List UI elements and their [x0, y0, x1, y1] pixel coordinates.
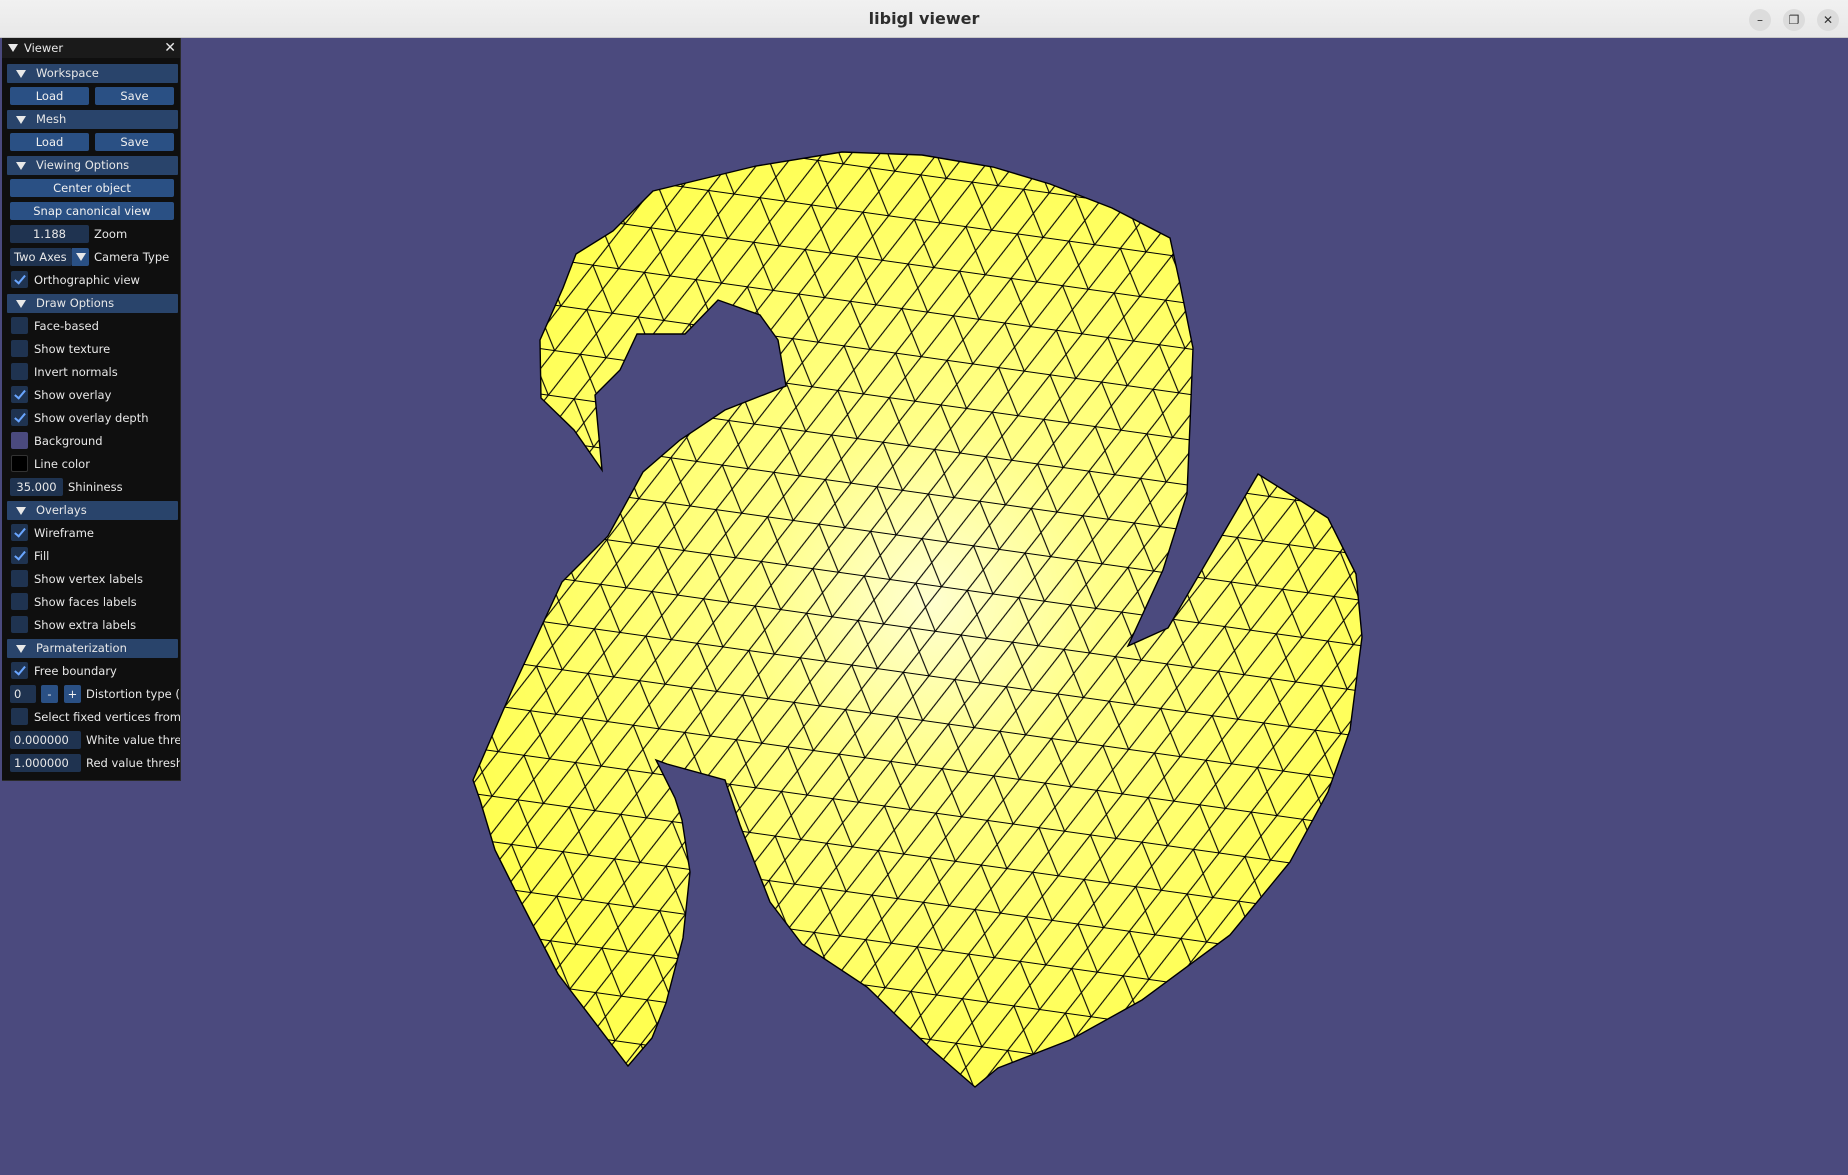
parameterization-header-label: Parmaterization	[36, 641, 127, 655]
camera-type-select[interactable]: Two Axes	[10, 248, 72, 266]
viewport-canvas[interactable]	[0, 38, 1848, 1175]
viewing-options-header[interactable]: Viewing Options	[7, 156, 178, 175]
show-overlay-label: Show overlay	[34, 388, 112, 402]
close-icon[interactable]: ✕	[164, 38, 176, 58]
snap-canonical-view-button[interactable]: Snap canonical view	[10, 202, 174, 220]
mesh-header-label: Mesh	[36, 112, 67, 126]
show-vertex-labels-label: Show vertex labels	[34, 572, 143, 586]
select-fixed-vertices-checkbox[interactable]	[11, 708, 28, 725]
mesh-render	[472, 151, 1363, 1088]
line-color-label: Line color	[34, 457, 90, 471]
background-label: Background	[34, 434, 103, 448]
expand-arrow-icon	[16, 507, 26, 515]
background-color-swatch[interactable]	[11, 432, 28, 449]
distortion-decrement-button[interactable]: -	[41, 685, 58, 703]
draw-options-header-label: Draw Options	[36, 296, 115, 310]
red-value-threshold-label: Red value threshol	[86, 756, 180, 770]
show-texture-checkbox[interactable]	[11, 340, 28, 357]
panel-title: Viewer	[24, 41, 64, 55]
show-vertex-labels-checkbox[interactable]	[11, 570, 28, 587]
orthographic-view-checkbox[interactable]	[11, 271, 28, 288]
distortion-type-label: Distortion type (1:	[86, 687, 181, 701]
restore-icon[interactable]: ❐	[1783, 9, 1805, 31]
shininess-label: Shininess	[68, 480, 123, 494]
collapse-arrow-icon[interactable]	[8, 44, 18, 52]
camera-type-label: Camera Type	[94, 250, 170, 264]
white-value-threshold-label: White value thresh	[86, 733, 181, 747]
show-faces-labels-label: Show faces labels	[34, 595, 137, 609]
expand-arrow-icon	[16, 70, 26, 78]
show-overlay-depth-checkbox[interactable]	[11, 409, 28, 426]
invert-normals-label: Invert normals	[34, 365, 118, 379]
expand-arrow-icon	[16, 300, 26, 308]
camera-type-dropdown[interactable]	[72, 248, 89, 266]
viewer-panel: Viewer ✕ Workspace Load Save Mesh Load S…	[2, 38, 181, 781]
wireframe-checkbox[interactable]	[11, 524, 28, 541]
fill-label: Fill	[34, 549, 50, 563]
zoom-input[interactable]: 1.188	[10, 225, 89, 243]
workspace-header-label: Workspace	[36, 66, 99, 80]
white-value-threshold-input[interactable]: 0.000000	[10, 731, 81, 749]
show-extra-labels-checkbox[interactable]	[11, 616, 28, 633]
minimize-icon[interactable]: –	[1749, 9, 1771, 31]
workspace-load-button[interactable]: Load	[10, 87, 89, 105]
invert-normals-checkbox[interactable]	[11, 363, 28, 380]
mesh-header[interactable]: Mesh	[7, 110, 178, 129]
zoom-label: Zoom	[94, 227, 128, 241]
workspace-save-button[interactable]: Save	[95, 87, 174, 105]
show-texture-label: Show texture	[34, 342, 111, 356]
show-extra-labels-label: Show extra labels	[34, 618, 137, 632]
draw-options-header[interactable]: Draw Options	[7, 294, 178, 313]
viewer-panel-header[interactable]: Viewer ✕	[2, 38, 180, 58]
mesh-save-button[interactable]: Save	[95, 133, 174, 151]
orthographic-view-label: Orthographic view	[34, 273, 140, 287]
center-object-button[interactable]: Center object	[10, 179, 174, 197]
free-boundary-label: Free boundary	[34, 664, 117, 678]
distortion-type-input[interactable]: 0	[10, 685, 36, 703]
window-title: libigl viewer	[868, 9, 980, 28]
workspace-header[interactable]: Workspace	[7, 64, 178, 83]
show-overlay-checkbox[interactable]	[11, 386, 28, 403]
select-fixed-vertices-label: Select fixed vertices from bou	[34, 710, 181, 724]
face-based-checkbox[interactable]	[11, 317, 28, 334]
overlays-header[interactable]: Overlays	[7, 501, 178, 520]
distortion-increment-button[interactable]: +	[64, 685, 81, 703]
chevron-down-icon	[76, 253, 86, 261]
shininess-input[interactable]: 35.000	[10, 478, 63, 496]
line-color-swatch[interactable]	[11, 455, 28, 472]
show-overlay-depth-label: Show overlay depth	[34, 411, 149, 425]
parameterization-header[interactable]: Parmaterization	[7, 639, 178, 658]
fill-checkbox[interactable]	[11, 547, 28, 564]
wireframe-label: Wireframe	[34, 526, 94, 540]
face-based-label: Face-based	[34, 319, 99, 333]
overlays-header-label: Overlays	[36, 503, 87, 517]
show-faces-labels-checkbox[interactable]	[11, 593, 28, 610]
red-value-threshold-input[interactable]: 1.000000	[10, 754, 81, 772]
window-titlebar: libigl viewer – ❐ ✕	[0, 0, 1848, 38]
close-icon[interactable]: ✕	[1817, 9, 1839, 31]
mesh-load-button[interactable]: Load	[10, 133, 89, 151]
expand-arrow-icon	[16, 162, 26, 170]
viewing-options-header-label: Viewing Options	[36, 158, 130, 172]
expand-arrow-icon	[16, 645, 26, 653]
expand-arrow-icon	[16, 116, 26, 124]
free-boundary-checkbox[interactable]	[11, 662, 28, 679]
